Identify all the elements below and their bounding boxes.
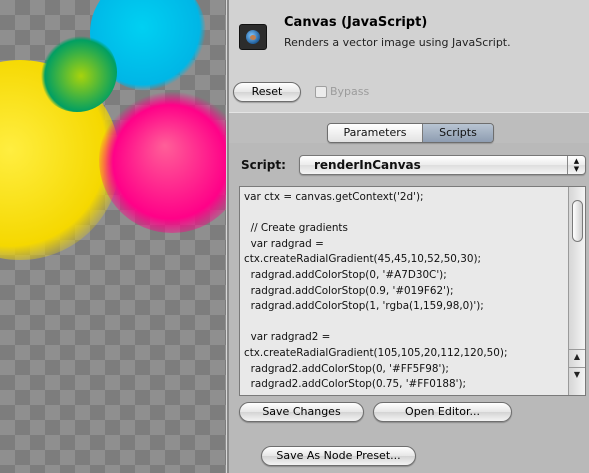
bypass-checkbox[interactable] <box>315 86 327 98</box>
inspector-header: Canvas (JavaScript) Renders a vector ima… <box>229 0 589 113</box>
scroll-down-arrow-icon[interactable]: ▼ <box>569 367 585 382</box>
canvas-preview <box>0 0 228 473</box>
scroll-up-arrow-icon[interactable]: ▲ <box>569 349 585 364</box>
tab-parameters[interactable]: Parameters <box>328 124 423 142</box>
patch-title: Canvas (JavaScript) <box>284 15 428 30</box>
script-select[interactable]: renderInCanvas ▲ ▼ <box>299 155 586 175</box>
rendered-gradients <box>0 0 228 260</box>
tab-scripts[interactable]: Scripts <box>423 124 493 142</box>
script-label: Script: <box>241 158 286 172</box>
inspector-panel: Canvas (JavaScript) Renders a vector ima… <box>229 0 589 473</box>
portrait-icon <box>239 24 267 50</box>
code-text[interactable]: var ctx = canvas.getContext('2d'); // Cr… <box>244 190 564 393</box>
pink-circle <box>99 87 228 233</box>
script-select-value: renderInCanvas <box>314 158 421 172</box>
save-changes-button[interactable]: Save Changes <box>239 402 364 422</box>
scrollbar-thumb[interactable] <box>572 200 583 242</box>
vertical-scrollbar[interactable]: ▲ ▼ <box>568 187 585 395</box>
segmented-tabs: Parameters Scripts <box>327 123 494 143</box>
reset-button[interactable]: Reset <box>233 82 301 102</box>
code-editor[interactable]: var ctx = canvas.getContext('2d'); // Cr… <box>239 186 586 396</box>
updown-chevron-icon: ▲ ▼ <box>567 156 585 174</box>
patch-description: Renders a vector image using JavaScript. <box>284 36 511 49</box>
save-as-node-preset-button[interactable]: Save As Node Preset... <box>261 446 416 466</box>
bypass-label: Bypass <box>330 85 370 98</box>
green-circle <box>37 32 117 112</box>
open-editor-button[interactable]: Open Editor... <box>373 402 512 422</box>
tab-bar: Parameters Scripts <box>229 112 589 143</box>
